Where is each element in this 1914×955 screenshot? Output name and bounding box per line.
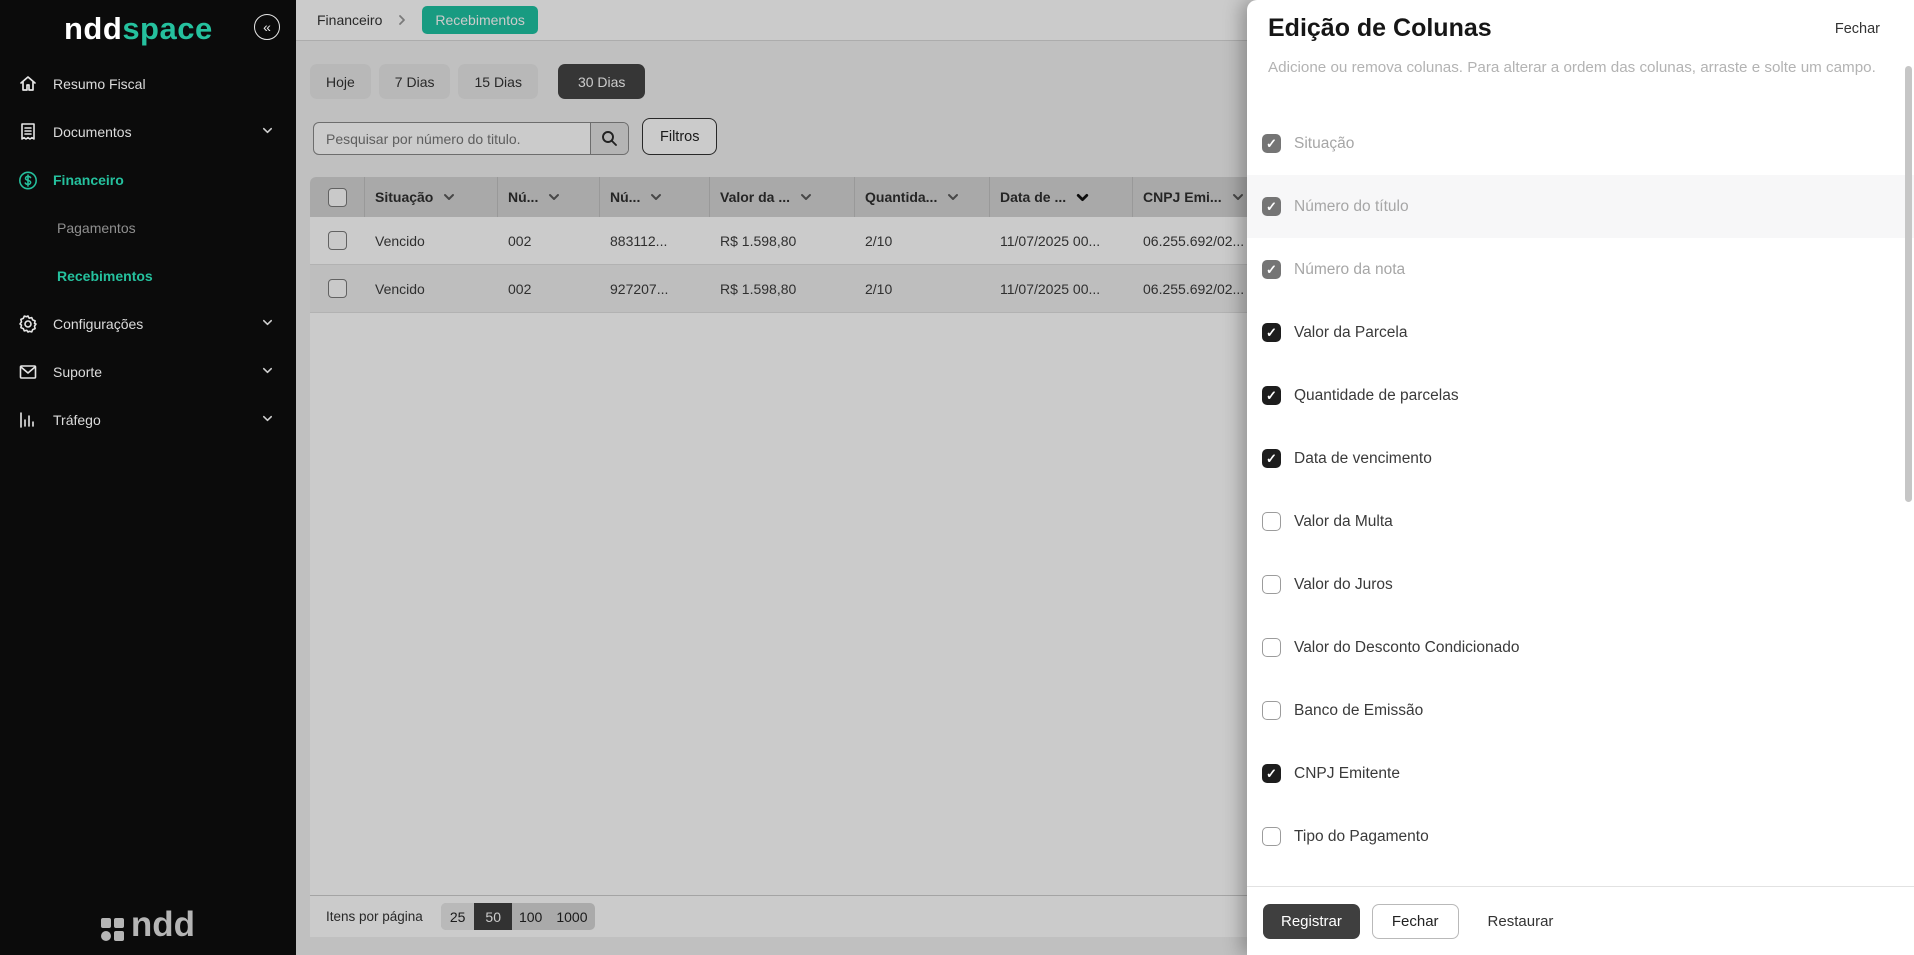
ndd-footer-logo: ndd [0, 905, 296, 945]
sidebar-item-suporte[interactable]: Suporte [0, 348, 296, 396]
column-option-label: Valor da Multa [1294, 513, 1393, 531]
sidebar-subitem-recebimentos[interactable]: Recebimentos [0, 252, 296, 300]
dollar-circle-icon [18, 170, 38, 190]
gear-icon [18, 314, 38, 334]
column-checkbox[interactable]: ✓ [1262, 323, 1281, 342]
sidebar-item-label: Configurações [53, 316, 143, 332]
sidebar-nav: Resumo Fiscal Documentos Financeiro Pagamen… [0, 60, 296, 444]
column-option-valor-da-parcela[interactable]: ✓ Valor da Parcela [1247, 301, 1914, 364]
bar-chart-icon [18, 410, 38, 430]
chevron-down-icon [261, 364, 274, 380]
column-checkbox[interactable]: ✓ [1262, 386, 1281, 405]
column-checkbox-list: ✓ Situação ✓ Número do título ✓ Número da not… [1247, 112, 1914, 868]
column-option-label: Número da nota [1294, 261, 1405, 279]
column-option-label: Data de vencimento [1294, 450, 1432, 468]
sidebar-item-label: Resumo Fiscal [53, 76, 146, 92]
column-option-valor-do-juros[interactable]: Valor do Juros [1247, 553, 1914, 616]
column-checkbox[interactable] [1262, 512, 1281, 531]
drawer-title: Edição de Colunas [1268, 14, 1492, 43]
column-option-label: Quantidade de parcelas [1294, 387, 1459, 405]
sidebar-item-label: Financeiro [53, 172, 124, 188]
column-checkbox[interactable]: ✓ [1262, 197, 1281, 216]
chevron-down-icon [261, 316, 274, 332]
mail-icon [18, 362, 38, 382]
sidebar-item-documentos[interactable]: Documentos [0, 108, 296, 156]
column-option-banco-de-emiss-o[interactable]: Banco de Emissão [1247, 679, 1914, 742]
drawer-footer: Registrar Fechar Restaurar [1247, 886, 1914, 955]
column-option-label: Valor da Parcela [1294, 324, 1407, 342]
column-option-label: Valor do Desconto Condicionado [1294, 639, 1519, 657]
sidebar-item-configura-es[interactable]: Configurações [0, 300, 296, 348]
column-option-valor-do-desconto-condicionado[interactable]: Valor do Desconto Condicionado [1247, 616, 1914, 679]
document-icon [18, 122, 38, 142]
drawer-description: Adicione ou remova colunas. Para alterar… [1268, 59, 1874, 76]
column-option-n-mero-do-t-tulo[interactable]: ✓ Número do título [1247, 175, 1914, 238]
column-checkbox[interactable]: ✓ [1262, 134, 1281, 153]
chevron-down-icon [261, 124, 274, 140]
register-button[interactable]: Registrar [1263, 904, 1360, 939]
column-option-label: Tipo do Pagamento [1294, 828, 1429, 846]
drawer-scrollbar-thumb[interactable] [1905, 66, 1912, 502]
column-checkbox[interactable]: ✓ [1262, 260, 1281, 279]
column-checkbox[interactable]: ✓ [1262, 449, 1281, 468]
home-icon [18, 74, 38, 94]
sidebar: nddspace « Resumo FiscalDocumentosFinanc… [0, 0, 296, 955]
chevron-down-icon [261, 412, 274, 428]
column-option-label: Situação [1294, 135, 1354, 153]
sidebar-item-label: Suporte [53, 364, 102, 380]
column-option-data-de-vencimento[interactable]: ✓ Data de vencimento [1247, 427, 1914, 490]
sidebar-item-tr-fego[interactable]: Tráfego [0, 396, 296, 444]
column-checkbox[interactable] [1262, 827, 1281, 846]
column-option-label: Número do título [1294, 198, 1409, 216]
sidebar-item-label: Tráfego [53, 412, 101, 428]
column-option-label: Banco de Emissão [1294, 702, 1423, 720]
column-option-label: Valor do Juros [1294, 576, 1393, 594]
ndd-footer-text: ndd [131, 905, 195, 945]
close-button[interactable]: Fechar [1372, 904, 1459, 939]
ndd-glyph-icon [101, 918, 124, 941]
logo-primary: ndd [64, 11, 122, 46]
restore-button[interactable]: Restaurar [1488, 913, 1554, 930]
column-option-quantidade-de-parcelas[interactable]: ✓ Quantidade de parcelas [1247, 364, 1914, 427]
column-checkbox[interactable] [1262, 575, 1281, 594]
sidebar-collapse-icon[interactable]: « [254, 14, 280, 40]
sidebar-item-financeiro[interactable]: Financeiro [0, 156, 296, 204]
sidebar-subitem-pagamentos[interactable]: Pagamentos [0, 204, 296, 252]
column-option-cnpj-emitente[interactable]: ✓ CNPJ Emitente [1247, 742, 1914, 805]
drawer-close-link[interactable]: Fechar [1835, 21, 1880, 37]
column-option-situa-o[interactable]: ✓ Situação [1247, 112, 1914, 175]
logo-secondary: space [122, 11, 212, 46]
column-option-valor-da-multa[interactable]: Valor da Multa [1247, 490, 1914, 553]
column-checkbox[interactable] [1262, 701, 1281, 720]
column-option-n-mero-da-nota[interactable]: ✓ Número da nota [1247, 238, 1914, 301]
column-checkbox[interactable]: ✓ [1262, 764, 1281, 783]
column-option-tipo-do-pagamento[interactable]: Tipo do Pagamento [1247, 805, 1914, 868]
column-option-label: CNPJ Emitente [1294, 765, 1400, 783]
sidebar-item-label: Documentos [53, 124, 132, 140]
column-edit-drawer: Edição de Colunas Fechar Adicione ou rem… [1247, 0, 1914, 955]
sidebar-item-resumo-fiscal[interactable]: Resumo Fiscal [0, 60, 296, 108]
app-logo: nddspace [64, 11, 213, 47]
column-checkbox[interactable] [1262, 638, 1281, 657]
